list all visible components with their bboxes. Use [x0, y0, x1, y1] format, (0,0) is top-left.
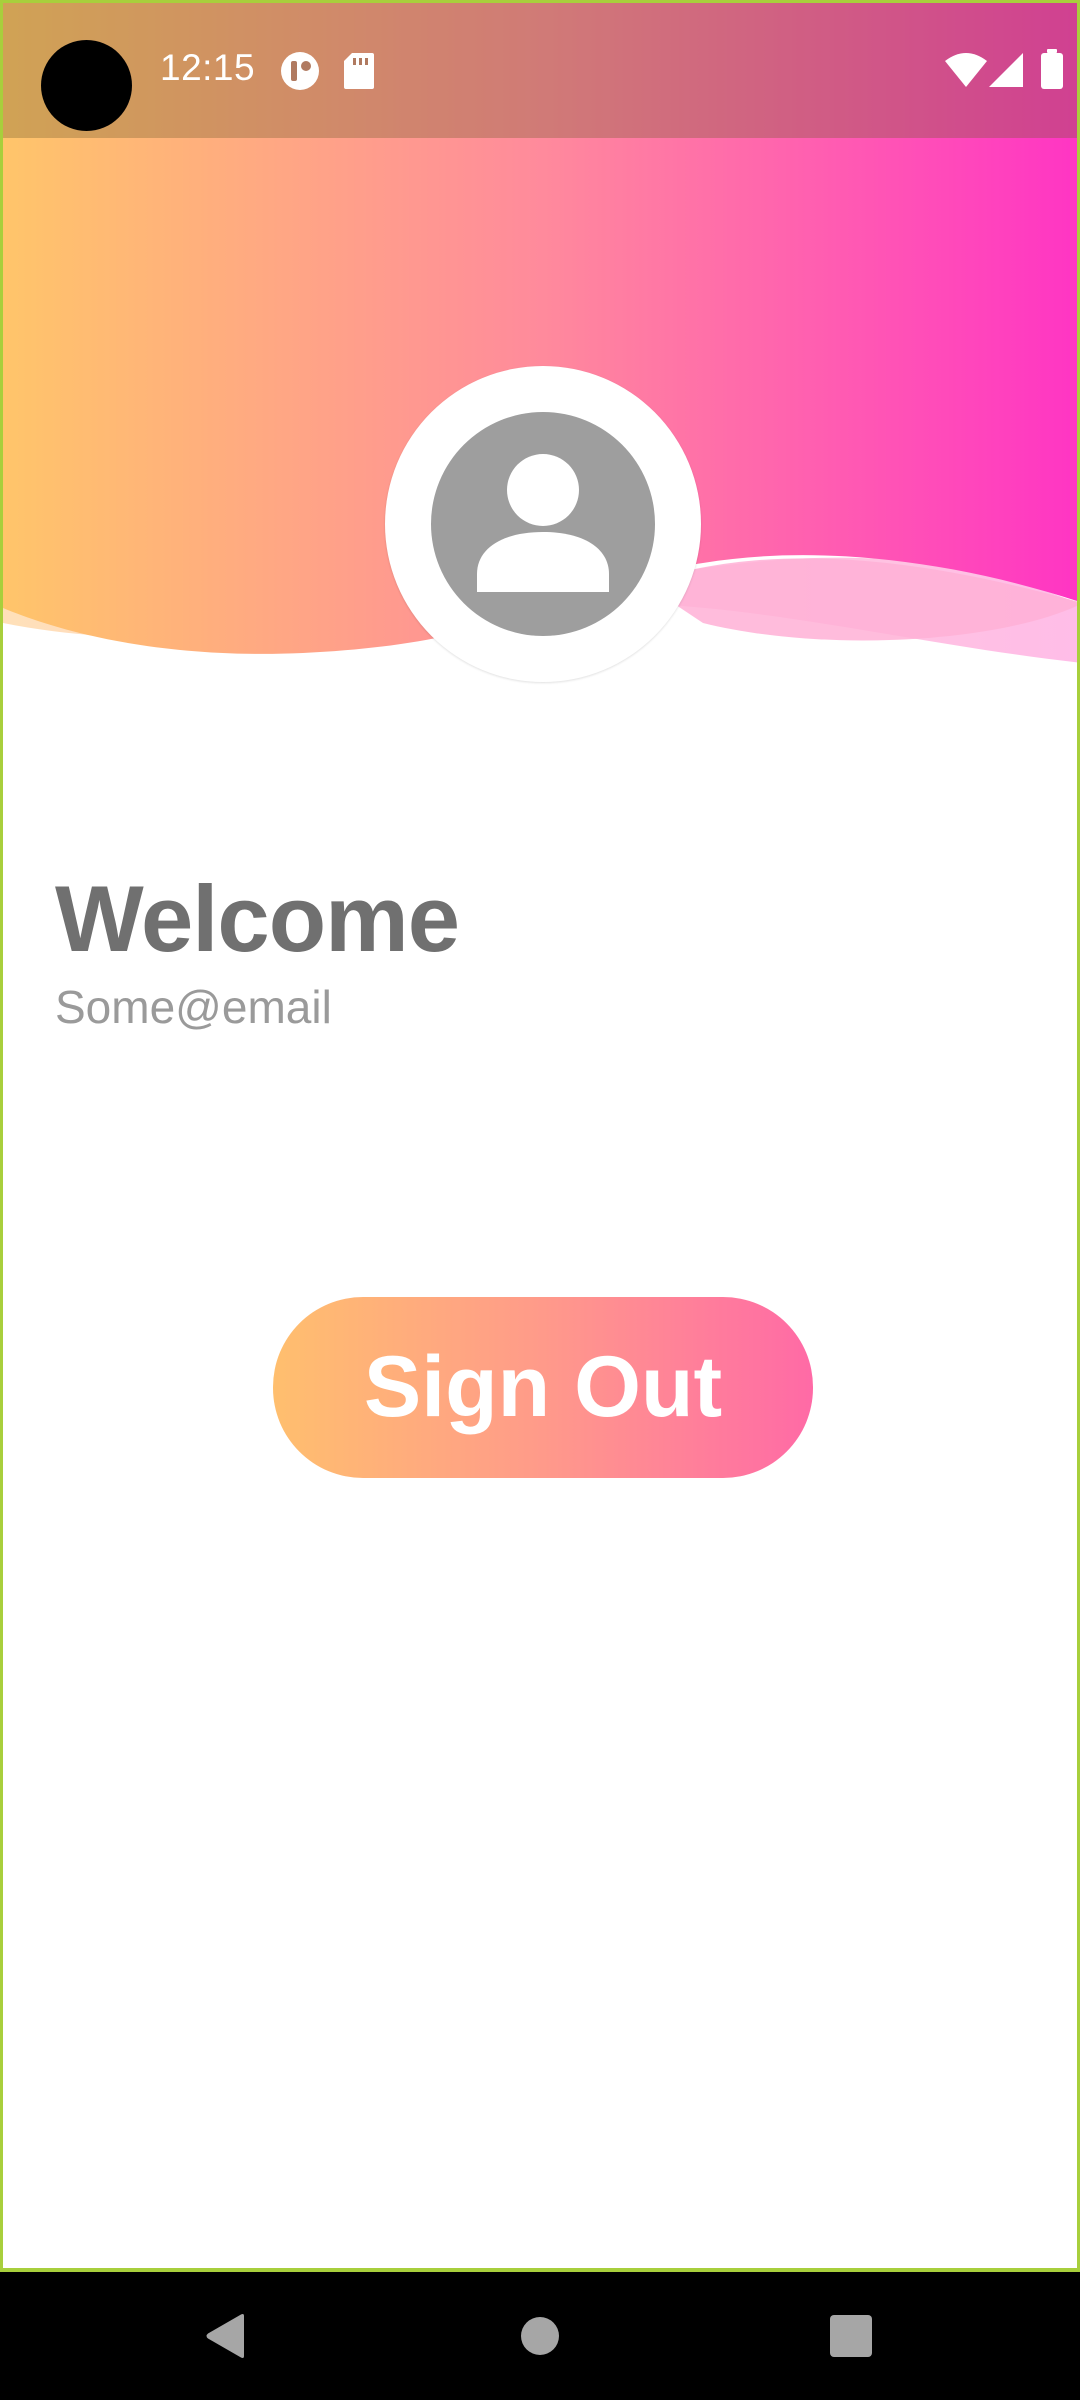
- account-circle-icon: [431, 412, 655, 636]
- back-triangle-icon: [206, 2314, 244, 2358]
- battery-icon: [1041, 49, 1063, 89]
- cell-signal-icon: [989, 53, 1023, 87]
- wifi-icon: [945, 53, 987, 87]
- profile-avatar: [385, 366, 701, 682]
- sign-out-label: Sign Out: [363, 1339, 723, 1435]
- nav-home-button[interactable]: [470, 2272, 610, 2400]
- app-notification-icon: [281, 52, 319, 90]
- welcome-heading: Welcome: [55, 866, 460, 971]
- recents-square-icon: [830, 2315, 872, 2357]
- sign-out-button[interactable]: Sign Out: [273, 1297, 813, 1478]
- app-screen: 12:15 Welcome Some@email Sign Out: [0, 0, 1080, 2272]
- home-circle-icon: [521, 2317, 559, 2355]
- status-time: 12:15: [160, 47, 256, 88]
- camera-cutout: [41, 40, 132, 131]
- user-email: Some@email: [55, 981, 332, 1033]
- sd-card-icon: [344, 53, 374, 89]
- status-bar: 12:15: [3, 3, 1077, 138]
- navigation-bar: [0, 2272, 1080, 2400]
- nav-recents-button[interactable]: [781, 2272, 921, 2400]
- nav-back-button[interactable]: [156, 2272, 296, 2400]
